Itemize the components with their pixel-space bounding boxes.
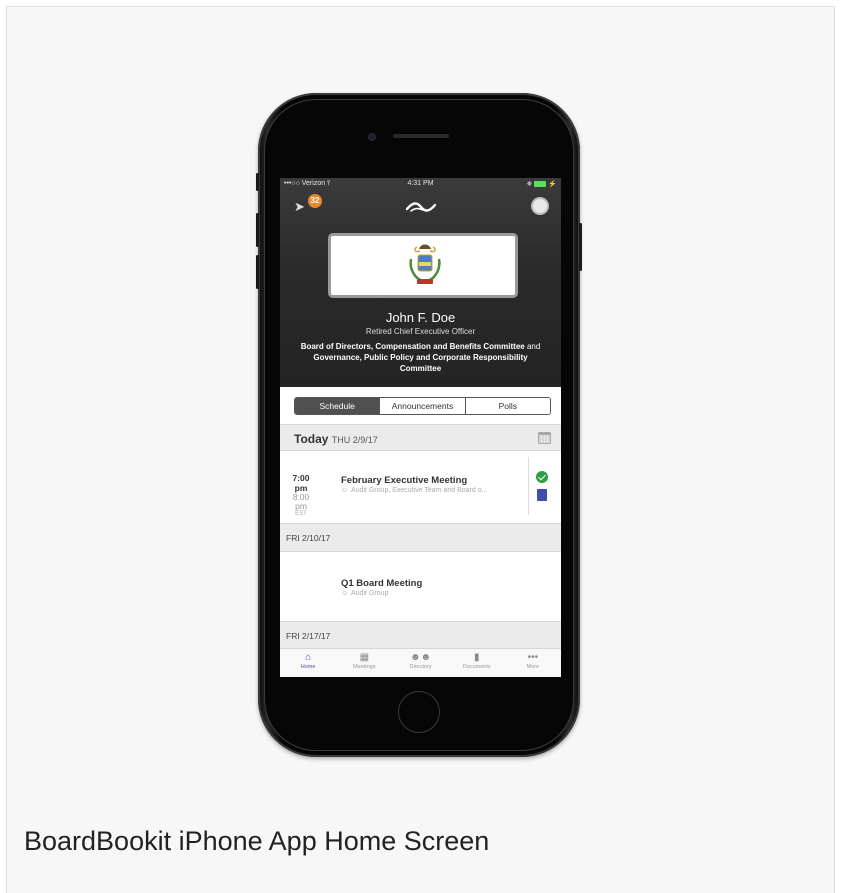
segment-schedule[interactable]: Schedule [295,398,380,414]
board-book-icon[interactable] [537,489,547,501]
tab-documents[interactable]: ▮ Documents [449,649,505,677]
meeting-row[interactable]: Q1 Board Meeting ☺ Audit Group [280,552,561,621]
meeting-groups: ☺ Audit Group [341,590,389,597]
meeting-start-time: 7:00 pm [292,473,310,493]
earpiece-speaker [393,134,449,138]
more-icon: ••• [527,652,539,663]
tab-meetings[interactable]: ▦ Meetings [336,649,392,677]
group-icon: ☺ [341,487,349,494]
status-bar: •••○○ Verizon ⫯ 4:31 PM ✵ ⚡ [280,178,561,190]
volume-up-button [256,213,259,247]
mute-switch [256,173,259,191]
organization-logo-card [328,233,518,298]
row-divider [528,457,529,515]
notification-badge: 32 [308,194,322,208]
calendar-icon[interactable] [538,432,551,444]
meeting-groups: ☺ Audit Group, Executive Team and Board o… [341,487,488,494]
meeting-end-time: 8:00 pm [292,492,310,511]
today-date-header: Today THU 2/9/17 [280,424,561,451]
people-icon: ☻☻ [409,652,432,663]
tab-directory[interactable]: ☻☻ Directory [392,649,448,677]
volume-down-button [256,255,259,289]
home-segmented-control: Schedule Announcements Polls [294,397,551,415]
profile-committees: Board of Directors, Compensation and Ben… [300,342,541,373]
meeting-timezone: EST [295,511,307,517]
user-avatar-icon[interactable] [531,197,549,215]
date-header: FRI 2/17/17 [280,621,561,649]
meeting-title: February Executive Meeting [341,475,468,486]
profile-name: John F. Doe [385,310,456,325]
boardbookit-logo-icon [405,202,437,212]
today-label: Today THU 2/9/17 [294,432,378,446]
date-header-label: FRI 2/17/17 [286,631,331,641]
profile-role: Retired Chief Executive Officer [365,327,476,336]
calendar-icon: ▦ [359,652,370,663]
battery-icon [534,181,547,188]
app-screen: •••○○ Verizon ⫯ 4:31 PM ✵ ⚡ ➤ 32 John F.… [280,178,561,677]
group-icon: ☺ [341,590,349,597]
organization-seal-icon [409,244,441,284]
bluetooth-icon: ✵ [526,181,533,188]
charging-icon: ⚡ [548,181,557,188]
power-button [579,223,582,271]
meeting-time: 7:00 pm 8:00 pm EST [286,473,316,517]
home-icon: ⌂ [305,652,312,663]
date-header-label: FRI 2/10/17 [286,533,331,543]
iphone-device: •••○○ Verizon ⫯ 4:31 PM ✵ ⚡ ➤ 32 John F.… [256,93,582,757]
tab-more[interactable]: ••• More [505,649,561,677]
document-icon: ▮ [473,652,480,663]
rsvp-check-icon[interactable] [536,471,548,483]
date-header: FRI 2/10/17 [280,523,561,552]
segment-polls[interactable]: Polls [464,398,550,414]
page-caption: BoardBookit iPhone App Home Screen [24,826,490,856]
profile-header: •••○○ Verizon ⫯ 4:31 PM ✵ ⚡ ➤ 32 John F.… [280,178,561,387]
home-button[interactable] [398,691,440,733]
front-camera [368,133,376,141]
meeting-row[interactable]: 7:00 pm 8:00 pm EST February Executive M… [280,451,561,523]
meeting-title: Q1 Board Meeting [341,578,423,589]
tab-home[interactable]: ⌂ Home [280,649,336,677]
status-time: 4:31 PM [407,180,434,187]
tab-bar: ⌂ Home ▦ Meetings ☻☻ Directory ▮ Documents •… [280,648,561,677]
status-right: ✵ ⚡ [527,180,558,188]
segment-announcements[interactable]: Announcements [379,398,465,414]
